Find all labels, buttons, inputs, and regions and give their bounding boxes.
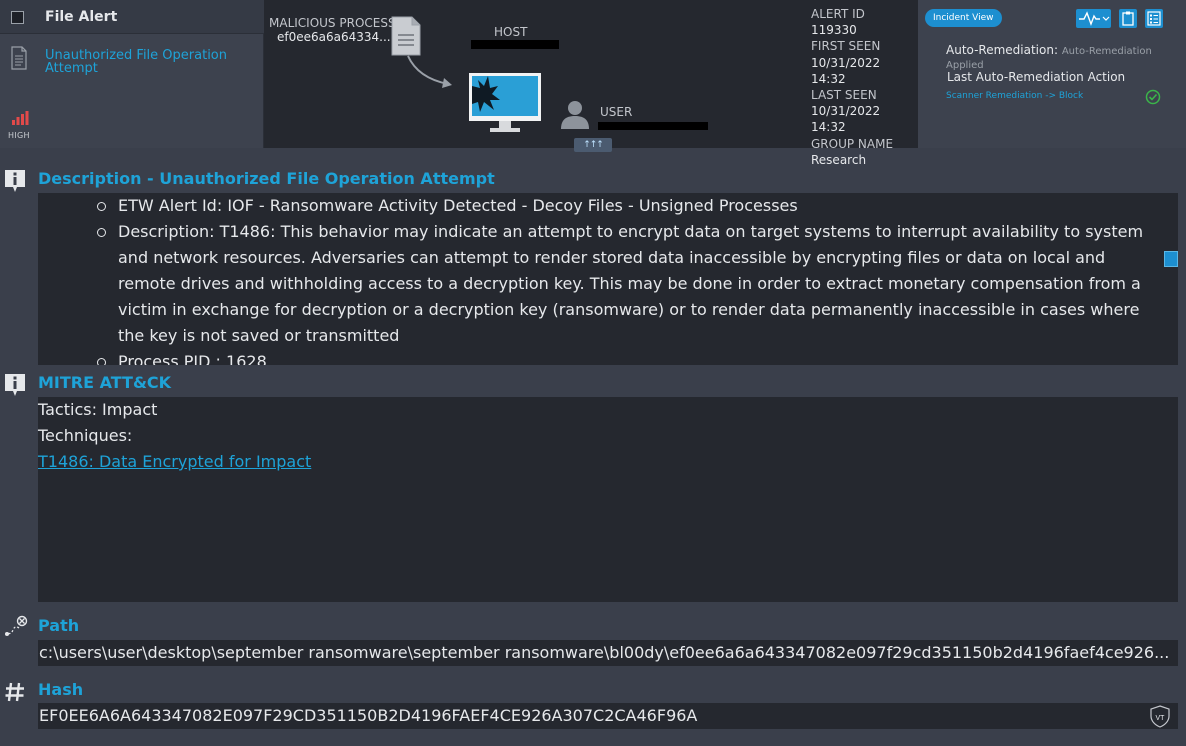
process-arrow — [407, 55, 452, 88]
group-name-label: GROUP NAME — [811, 136, 894, 151]
mitre-technique-link[interactable]: T1486: Data Encrypted for Impact — [38, 452, 311, 471]
vt-label: VT — [1156, 715, 1166, 722]
last-seen-value: 10/31/2022 14:32 — [811, 104, 881, 135]
info-icon — [5, 170, 25, 192]
description-title: Description - Unauthorized File Operatio… — [38, 169, 495, 188]
mitre-panel: Tactics: Impact Techniques: T1486: Data … — [38, 397, 1178, 602]
first-seen-value: 10/31/2022 14:32 — [811, 55, 881, 86]
hash-icon — [5, 682, 24, 702]
alert-header: File Alert Unauthorized File Operation A… — [0, 0, 1186, 167]
activity-button[interactable] — [1076, 9, 1111, 28]
infected-monitor-icon[interactable] — [468, 72, 542, 134]
alert-name-link[interactable]: Unauthorized File Operation Attempt — [45, 49, 245, 75]
malicious-process-value[interactable]: ef0ee6a6a64334... — [277, 30, 391, 44]
path-title: Path — [38, 616, 80, 635]
alert-summary: File Alert Unauthorized File Operation A… — [0, 0, 264, 148]
incident-view-button[interactable]: Incident View — [925, 9, 1002, 27]
checklist-button[interactable] — [1145, 9, 1163, 28]
last-action-label: Last Auto-Remediation Action — [947, 70, 1126, 84]
check-circle-icon — [1145, 89, 1161, 105]
expand-button[interactable]: ↑↑↑ — [574, 138, 612, 152]
alert-graph: MALICIOUS PROCESS ef0ee6a6a64334... HOST — [264, 0, 918, 167]
auto-remediation: Auto-Remediation: Auto-Remediation Appli… — [946, 43, 1186, 71]
auto-remediation-label: Auto-Remediation: — [946, 43, 1059, 57]
description-list: ETW Alert Id: IOF - Ransomware Activity … — [38, 193, 1178, 365]
malicious-process-label: MALICIOUS PROCESS — [269, 16, 396, 30]
alert-type-bar: File Alert — [0, 0, 264, 34]
first-seen-label: FIRST SEEN — [811, 39, 881, 54]
list-item: Process PID : 1628 — [38, 349, 1178, 365]
document-icon — [11, 46, 27, 70]
user-value-redacted — [598, 122, 708, 130]
path-icon — [5, 615, 28, 636]
list-item: Description: T1486: This behavior may in… — [38, 219, 1178, 349]
clipboard-button[interactable] — [1119, 9, 1137, 28]
user-label: USER — [600, 105, 633, 119]
vt-shield-icon[interactable]: VT — [1147, 703, 1173, 729]
severity-label: HIGH — [8, 131, 30, 140]
alert-id-label: ALERT ID — [811, 7, 865, 21]
scrollbar-thumb[interactable] — [1164, 251, 1178, 267]
select-checkbox[interactable] — [11, 11, 24, 24]
alert-metadata: ALERT ID 119330 FIRST SEEN 10/31/2022 14… — [811, 6, 918, 168]
host-label: HOST — [494, 25, 528, 39]
info-icon — [5, 374, 25, 396]
hash-value: EF0EE6A6A643347082E097F29CD351150B2D4196… — [38, 703, 1178, 729]
alert-id-value: 119330 — [811, 23, 857, 38]
last-action-link[interactable]: Scanner Remediation -> Block — [946, 91, 1083, 101]
list-item: ETW Alert Id: IOF - Ransomware Activity … — [38, 193, 1178, 219]
user-icon[interactable] — [559, 98, 591, 130]
mitre-tactics: Tactics: Impact — [38, 400, 158, 419]
mitre-title: MITRE ATT&CK — [38, 373, 172, 392]
hash-title: Hash — [38, 680, 84, 699]
clipboard-icon — [1122, 11, 1134, 26]
alert-type: File Alert — [45, 9, 118, 25]
checklist-icon — [1147, 11, 1161, 26]
host-value-redacted — [471, 40, 559, 49]
last-seen-label: LAST SEEN — [811, 88, 877, 103]
activity-icon — [1079, 11, 1110, 27]
description-panel: ETW Alert Id: IOF - Ransomware Activity … — [38, 193, 1178, 365]
group-name-value: Research — [811, 152, 867, 167]
remediation-panel: Incident View Auto-Remediation: Auto-Rem… — [918, 0, 1186, 148]
mitre-techniques-label: Techniques: — [38, 426, 133, 445]
signal-bars-icon — [12, 111, 29, 125]
file-icon[interactable] — [391, 16, 421, 56]
path-value: c:\users\user\desktop\september ransomwa… — [38, 640, 1178, 666]
